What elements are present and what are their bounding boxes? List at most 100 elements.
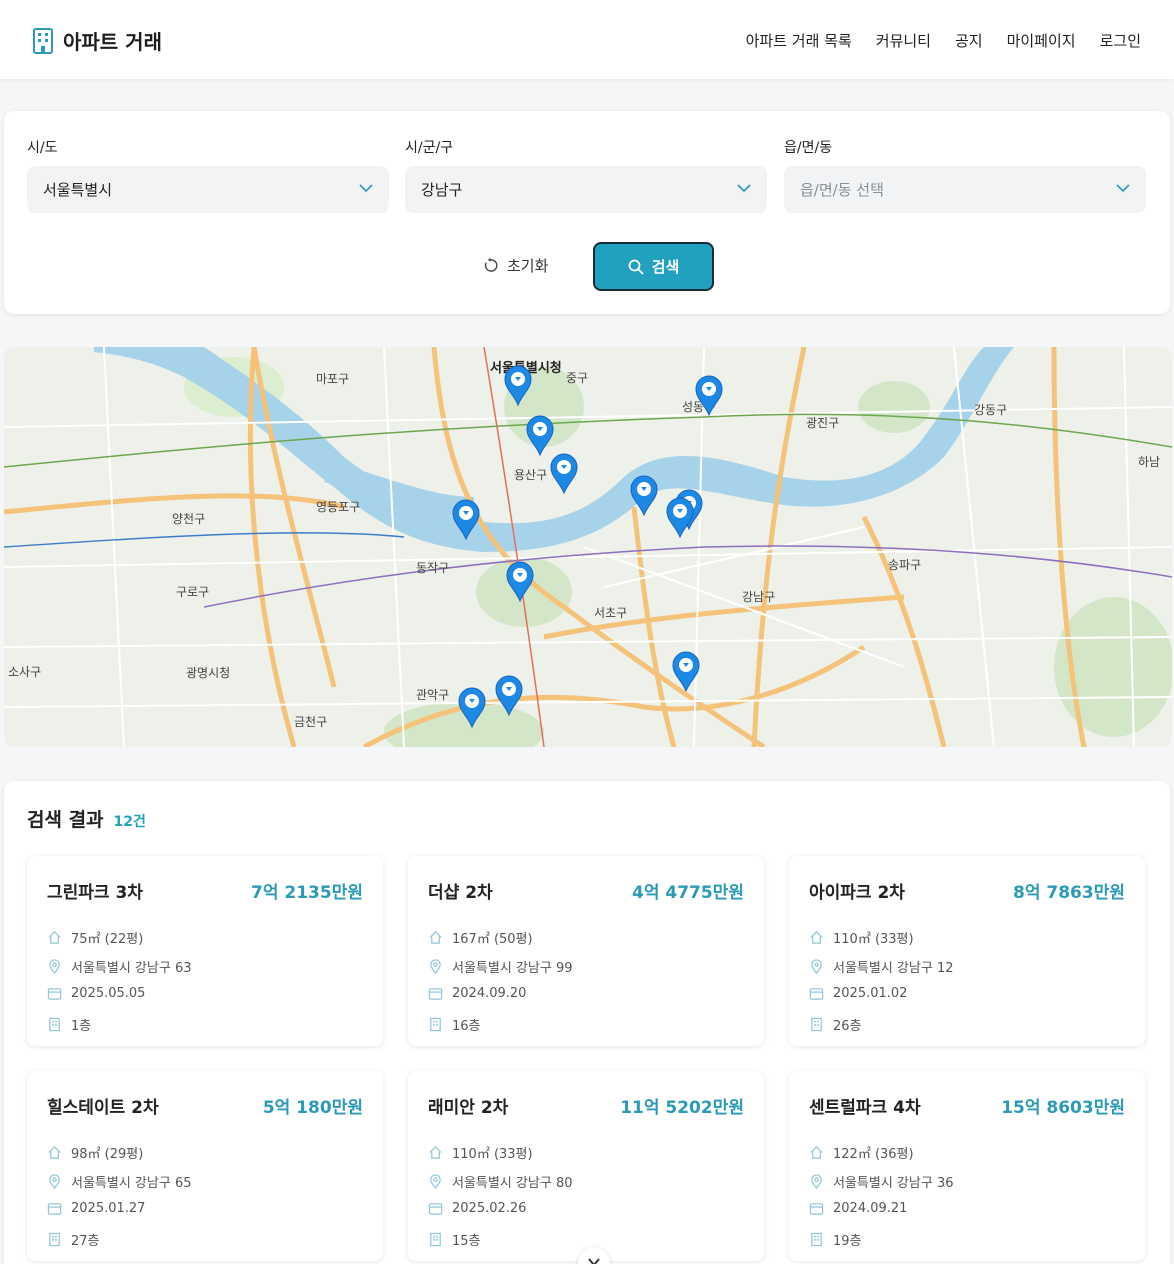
- map-label-mapo: 마포구: [316, 372, 349, 386]
- apartment-date: 2025.01.02: [833, 986, 908, 1001]
- brand-logo[interactable]: 아파트 거래: [33, 26, 162, 55]
- chevron-down-icon: [588, 1258, 600, 1264]
- refresh-icon: [484, 258, 498, 272]
- dong-field: 읍/면/동 읍/면/동 선택: [784, 137, 1146, 213]
- apartment-price: 15억 8603만원: [1001, 1098, 1125, 1118]
- home-icon: [810, 931, 823, 944]
- building-icon: [811, 1232, 822, 1247]
- apartment-date: 2025.05.05: [71, 986, 146, 1001]
- nav-notice[interactable]: 공지: [955, 30, 983, 51]
- building-icon: [430, 1017, 441, 1032]
- chevron-down-icon: [359, 184, 373, 193]
- location-pin-icon: [430, 959, 441, 974]
- apartment-area: 110㎡ (33평): [833, 932, 914, 947]
- site-header: 아파트 거래 아파트 거래 목록 커뮤니티 공지 마이페이지 로그인: [0, 0, 1174, 79]
- card-area-row: 122㎡ (36평): [809, 1143, 914, 1162]
- apartment-area: 122㎡ (36평): [833, 1147, 914, 1162]
- search-label: 검색: [651, 258, 680, 276]
- dong-select[interactable]: 읍/면/동 선택: [784, 166, 1146, 213]
- location-pin-icon: [49, 1174, 60, 1189]
- map-label-sosa: 소사구: [8, 665, 41, 679]
- apartment-name: 힐스테이트 2차: [47, 1098, 159, 1118]
- sigungu-label: 시/군/구: [405, 140, 454, 156]
- map-label-gwangmyeong: 광명시청: [186, 666, 230, 680]
- building-icon: [33, 27, 53, 54]
- apartment-name: 아이파크 2차: [809, 883, 905, 903]
- nav-login[interactable]: 로그인: [1100, 30, 1141, 51]
- building-icon: [811, 1017, 822, 1032]
- nav-community[interactable]: 커뮤니티: [876, 30, 931, 51]
- apartment-date: 2025.01.27: [71, 1201, 146, 1216]
- sigungu-select[interactable]: 강남구: [405, 166, 767, 213]
- sido-select[interactable]: 서울특별시: [27, 166, 389, 213]
- reset-button[interactable]: 초기화: [483, 255, 548, 276]
- card-area-row: 167㎡ (50평): [428, 928, 533, 947]
- card-area-row: 110㎡ (33평): [809, 928, 914, 947]
- card-address-row: 서울특별시 강남구 80: [428, 1172, 573, 1191]
- card-address-row: 서울특별시 강남구 63: [47, 957, 192, 976]
- nav-mypage[interactable]: 마이페이지: [1007, 30, 1076, 51]
- map-label-yangcheon: 양천구: [172, 511, 205, 526]
- sido-field: 시/도 서울특별시: [27, 137, 389, 213]
- apartment-card[interactable]: 힐스테이트 2차 5억 180만원 98㎡ (29평) 서울특별시 강남구 65 202…: [27, 1071, 383, 1261]
- card-area-row: 98㎡ (29평): [47, 1143, 143, 1162]
- card-address-row: 서울특별시 강남구 36: [809, 1172, 954, 1191]
- results-count: 12건: [113, 814, 146, 830]
- apartment-price: 11억 5202만원: [620, 1098, 744, 1118]
- apartment-price: 4억 4775만원: [632, 883, 744, 903]
- apartment-floor: 15층: [452, 1234, 481, 1249]
- sido-label: 시/도: [27, 140, 58, 156]
- calendar-icon: [809, 988, 824, 1000]
- apartment-price: 5억 180만원: [262, 1098, 363, 1118]
- apartment-card[interactable]: 더샵 2차 4억 4775만원 167㎡ (50평) 서울특별시 강남구 99 2024…: [408, 856, 764, 1046]
- dong-placeholder: 읍/면/동 선택: [800, 181, 884, 199]
- location-pin-icon: [811, 959, 822, 974]
- apartment-card[interactable]: 래미안 2차 11억 5202만원 110㎡ (33평) 서울특별시 강남구 80 20…: [408, 1071, 764, 1261]
- apartment-floor: 19층: [833, 1234, 862, 1249]
- location-pin-icon: [811, 1174, 822, 1189]
- nav-apt-list[interactable]: 아파트 거래 목록: [746, 30, 852, 51]
- map-label-gangnam: 강남구: [742, 590, 775, 604]
- map-label-guro: 구로구: [176, 585, 209, 599]
- card-floor-row: 15층: [428, 1230, 481, 1249]
- card-area-row: 110㎡ (33평): [428, 1143, 533, 1162]
- map-view[interactable]: 서울특별시청 마포구 용산구 영등포구 양천구 구로구 동작구 서초구 강남구 …: [4, 347, 1172, 747]
- apartment-card[interactable]: 아이파크 2차 8억 7863만원 110㎡ (33평) 서울특별시 강남구 12 20…: [789, 856, 1145, 1046]
- sigungu-value: 강남구: [421, 181, 463, 199]
- search-filter-panel: 시/도 서울특별시 시/군/구 강남구 읍/면/동 읍/면/동 선택 초기화 검…: [4, 111, 1170, 314]
- apartment-name: 래미안 2차: [428, 1098, 509, 1118]
- chevron-down-icon: [1116, 184, 1130, 193]
- apartment-area: 167㎡ (50평): [452, 932, 533, 947]
- apartment-address: 서울특별시 강남구 63: [71, 961, 192, 976]
- building-icon: [430, 1232, 441, 1247]
- map-label-geumcheon: 금천구: [294, 714, 327, 729]
- apartment-price: 7억 2135만원: [251, 883, 363, 903]
- card-floor-row: 16층: [428, 1015, 481, 1034]
- apartment-card[interactable]: 그린파크 3차 7억 2135만원 75㎡ (22평) 서울특별시 강남구 63 202…: [27, 856, 383, 1046]
- chevron-down-icon: [737, 184, 751, 193]
- apartment-floor: 16층: [452, 1019, 481, 1034]
- home-icon: [48, 1146, 61, 1159]
- card-address-row: 서울특별시 강남구 12: [809, 957, 954, 976]
- park-area: [858, 381, 930, 433]
- apartment-area: 98㎡ (29평): [71, 1147, 144, 1162]
- apartment-date: 2025.02.26: [452, 1201, 527, 1216]
- map-label-gwangjin: 광진구: [806, 416, 839, 430]
- map-label-dongjak: 동작구: [416, 561, 449, 575]
- search-results-panel: 검색 결과 12건 그린파크 3차 7억 2135만원 75㎡ (22평) 서울특별시…: [4, 781, 1170, 1264]
- search-button[interactable]: 검색: [593, 242, 714, 291]
- map-canvas[interactable]: 서울특별시청 마포구 용산구 영등포구 양천구 구로구 동작구 서초구 강남구 …: [4, 347, 1172, 747]
- card-floor-row: 27층: [47, 1230, 100, 1249]
- apartment-address: 서울특별시 강남구 12: [833, 961, 954, 976]
- map-label-junggu: 중구: [566, 371, 588, 385]
- apartment-name: 센트럴파크 4차: [809, 1098, 921, 1118]
- apartment-address: 서울특별시 강남구 65: [71, 1176, 192, 1191]
- apartment-floor: 1층: [71, 1019, 92, 1034]
- apartment-date: 2024.09.21: [833, 1201, 908, 1216]
- card-address-row: 서울특별시 강남구 65: [47, 1172, 192, 1191]
- apartment-card[interactable]: 센트럴파크 4차 15억 8603만원 122㎡ (36평) 서울특별시 강남구 36…: [789, 1071, 1145, 1261]
- search-icon: [628, 259, 644, 275]
- home-icon: [429, 931, 442, 944]
- apartment-price: 8억 7863만원: [1013, 883, 1125, 903]
- apartment-floor: 27층: [71, 1234, 100, 1249]
